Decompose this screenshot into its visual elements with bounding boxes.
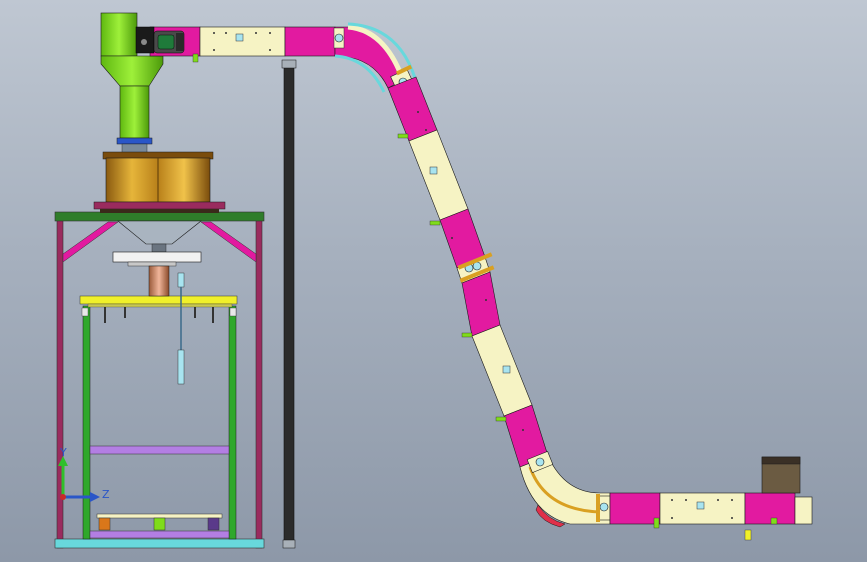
- rotary-drum[interactable]: [93, 151, 226, 213]
- cad-viewport[interactable]: Y Z: [0, 0, 867, 562]
- lower-bend[interactable]: [519, 450, 611, 528]
- yellow-crossbar: [79, 295, 238, 305]
- inclined-conveyor[interactable]: [387, 76, 549, 468]
- pallet[interactable]: [96, 513, 223, 531]
- bottom-conveyor-section[interactable]: [609, 492, 813, 541]
- support-pole[interactable]: [281, 59, 297, 549]
- cad-assembly-drawing: Y Z: [54, 12, 813, 549]
- base-plate: [54, 538, 265, 549]
- axis-z-label: Z: [102, 488, 110, 501]
- mid-crossbar: [89, 445, 230, 455]
- feeder-box[interactable]: [761, 456, 801, 494]
- electric-motor-icon[interactable]: [135, 26, 185, 54]
- axis-y-label: Y: [59, 446, 67, 459]
- bag-frame[interactable]: [79, 295, 238, 540]
